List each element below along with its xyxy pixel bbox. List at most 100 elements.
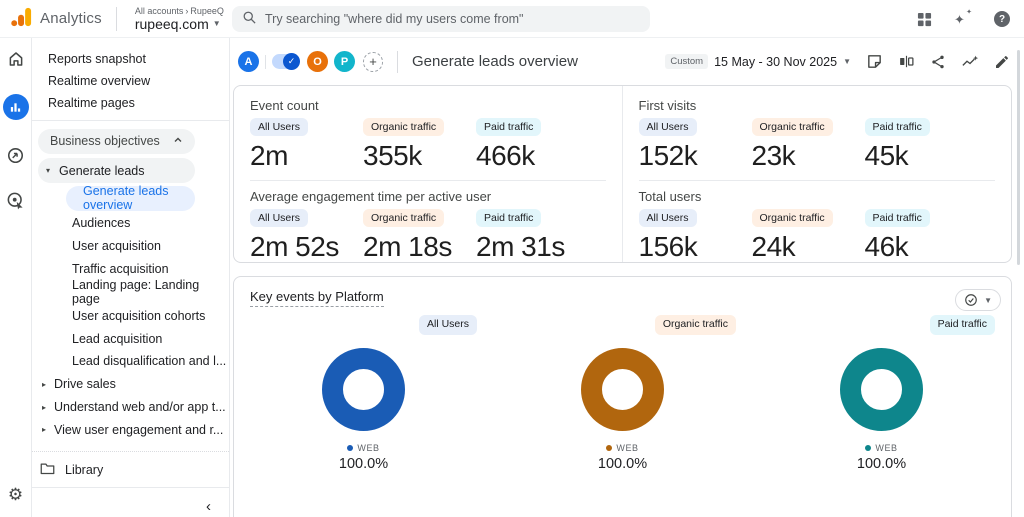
sidebar-item-label: Library xyxy=(65,462,104,477)
explore-icon[interactable] xyxy=(6,146,25,165)
comparison-toggle[interactable]: ✓ xyxy=(272,53,300,70)
report-nav-sidebar: Reports snapshot Realtime overview Realt… xyxy=(32,38,230,517)
advertising-icon[interactable] xyxy=(6,191,25,210)
date-range-picker[interactable]: Custom 15 May - 30 Nov 2025 ▼ xyxy=(665,54,851,69)
sidebar-item-landing-page[interactable]: Landing page: Landing page xyxy=(32,278,229,306)
segment-chip-organic: Organic traffic xyxy=(751,209,833,227)
donut-ring-all-users[interactable] xyxy=(322,348,405,431)
metric-value: 23k xyxy=(751,140,796,171)
legend-percent: 100.0% xyxy=(597,456,648,472)
gemini-sparkle-icon[interactable]: ✦ ✦ xyxy=(954,9,972,28)
notes-icon[interactable] xyxy=(866,53,883,70)
legend-entry: WEB xyxy=(865,443,897,453)
comparison-avatar-all-users[interactable]: A xyxy=(238,51,259,72)
metric-value: 2m xyxy=(250,140,288,171)
sidebar-item-label: Realtime overview xyxy=(48,73,151,88)
body-row: ⚙ Reports snapshot Realtime overview Rea… xyxy=(0,38,1024,517)
page-title: Generate leads overview xyxy=(412,53,578,70)
date-range-badge: Custom xyxy=(665,54,709,69)
metric-value: 24k xyxy=(751,231,796,262)
breadcrumb-chevron-icon: › xyxy=(185,5,189,16)
reports-icon-selected[interactable] xyxy=(2,94,29,120)
sidebar-item-label: Understand web and/or app t... xyxy=(54,400,226,415)
chevron-up-icon xyxy=(173,134,183,148)
legend-entry: WEB xyxy=(606,443,638,453)
header-divider xyxy=(115,6,117,31)
brand: Analytics All accounts › RupeeQ rupeeq.c… xyxy=(0,6,224,32)
sidebar-item-library[interactable]: Library xyxy=(32,458,229,481)
section-label: Business objectives xyxy=(50,134,160,149)
apps-grid-icon[interactable] xyxy=(917,12,932,27)
sidebar-item-drive-sales[interactable]: ▸ Drive sales xyxy=(32,373,229,396)
home-icon[interactable] xyxy=(7,50,25,68)
segment-chip-paid: Paid traffic xyxy=(864,118,930,136)
sidebar-item-generate-leads[interactable]: ▾ Generate leads xyxy=(38,158,195,183)
metric-value: 152k xyxy=(638,140,698,171)
search-input[interactable] xyxy=(265,12,640,26)
collapse-sidebar-chevron-icon[interactable]: ‹ xyxy=(32,496,229,517)
sidebar-item-label: Audiences xyxy=(72,216,131,231)
sidebar-item-audiences[interactable]: Audiences xyxy=(32,212,229,235)
main-report-area: A ✓ O P + Generate leads overview Custom… xyxy=(230,38,1024,517)
legend-label: WEB xyxy=(616,443,639,453)
sidebar-item-label: User acquisition xyxy=(72,239,161,254)
sidebar-item-view-user-engagement[interactable]: ▸ View user engagement and r... xyxy=(32,418,229,441)
donut-ring-organic[interactable] xyxy=(581,348,664,431)
chevron-down-icon: ▼ xyxy=(212,19,221,28)
account-switcher[interactable]: All accounts › RupeeQ rupeeq.com ▼ xyxy=(135,6,224,32)
sidebar-divider xyxy=(32,451,229,453)
share-icon[interactable] xyxy=(930,54,946,70)
property-name: rupeeq.com xyxy=(134,15,209,32)
check-circle-icon xyxy=(965,294,977,306)
segment-chip-paid: Paid traffic xyxy=(476,118,542,136)
sidebar-item-user-acquisition-cohorts[interactable]: User acquisition cohorts xyxy=(32,304,229,327)
sidebar-item-user-acquisition[interactable]: User acquisition xyxy=(32,235,229,258)
legend-percent: 100.0% xyxy=(856,456,907,472)
account-scope: All accounts xyxy=(134,5,184,16)
metric-title: First visits xyxy=(638,98,697,113)
admin-gear-icon[interactable]: ⚙ xyxy=(8,485,23,505)
sidebar-divider xyxy=(32,487,229,489)
insights-icon[interactable] xyxy=(961,53,979,71)
help-icon[interactable]: ? xyxy=(994,11,1010,27)
caret-right-icon: ▸ xyxy=(42,425,47,435)
sidebar-section-business-objectives[interactable]: Business objectives xyxy=(38,128,195,155)
search-bar[interactable] xyxy=(232,6,650,32)
top-header: Analytics All accounts › RupeeQ rupeeq.c… xyxy=(0,0,1024,38)
metric-value: 2m 52s xyxy=(250,231,339,262)
segment-chip-all-users: All Users xyxy=(250,118,309,136)
segment-chip-all-users: All Users xyxy=(638,118,697,136)
donut-ring-paid[interactable] xyxy=(840,348,923,431)
sidebar-item-traffic-acquisition[interactable]: Traffic acquisition xyxy=(32,258,229,281)
sidebar-item-label: View user engagement and r... xyxy=(54,422,224,437)
sidebar-item-realtime-overview[interactable]: Realtime overview xyxy=(32,70,229,92)
edit-pencil-icon[interactable] xyxy=(994,54,1010,70)
segment-chip-paid: Paid traffic xyxy=(476,209,542,227)
segment-chip-organic: Organic traffic xyxy=(654,315,736,335)
chart-title[interactable]: Key events by Platform xyxy=(250,289,384,307)
comparison-avatar-organic[interactable]: O xyxy=(307,51,328,72)
vertical-scrollbar[interactable] xyxy=(1017,50,1020,265)
sidebar-item-label: Reports snapshot xyxy=(48,51,146,66)
analytics-app: Analytics All accounts › RupeeQ rupeeq.c… xyxy=(0,0,1024,517)
sidebar-item-realtime-pages[interactable]: Realtime pages xyxy=(32,92,229,114)
sidebar-item-lead-acquisition[interactable]: Lead acquisition xyxy=(32,327,229,350)
comparison-avatar-paid[interactable]: P xyxy=(334,51,355,72)
header-actions: ✦ ✦ ? xyxy=(917,0,1010,38)
sidebar-item-generate-leads-overview[interactable]: Generate leads overview xyxy=(66,184,195,213)
sidebar-item-lead-disqualification[interactable]: Lead disqualification and l... xyxy=(32,350,229,373)
key-events-filter-button[interactable]: ▼ xyxy=(955,289,1001,311)
legend-dot-icon xyxy=(347,445,354,451)
sidebar-item-label: Generate leads xyxy=(59,163,145,178)
sidebar-item-reports-snapshot[interactable]: Reports snapshot xyxy=(32,48,229,70)
divider xyxy=(397,50,398,73)
comparison-builder-icon[interactable] xyxy=(898,53,915,70)
sidebar-item-understand-web-app[interactable]: ▸ Understand web and/or app t... xyxy=(32,396,229,419)
metric-value: 45k xyxy=(864,140,909,171)
sidebar-item-label: Generate leads overview xyxy=(83,184,169,213)
sidebar-item-label: Lead acquisition xyxy=(72,331,163,346)
chevron-down-icon: ▼ xyxy=(984,295,992,305)
add-comparison-button[interactable]: + xyxy=(363,51,383,72)
metric-title: Total users xyxy=(638,189,702,204)
search-icon xyxy=(242,10,257,28)
